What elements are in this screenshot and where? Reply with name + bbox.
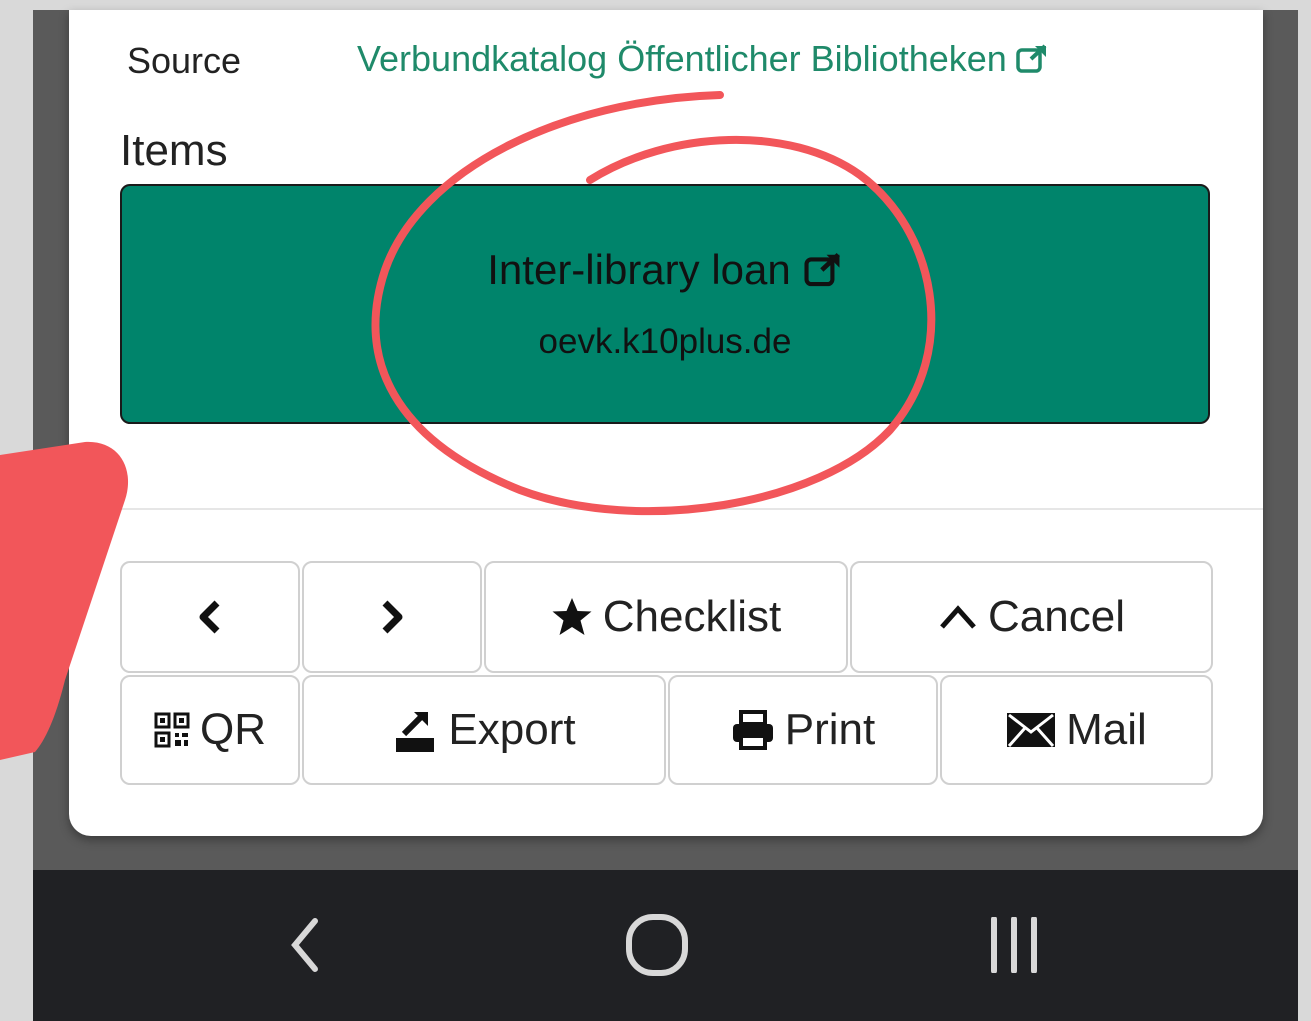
qr-code-icon	[154, 712, 190, 748]
loan-url: oevk.k10plus.de	[538, 322, 792, 361]
loan-title: Inter-library loan	[487, 246, 791, 293]
export-button[interactable]: Export	[302, 675, 666, 785]
export-icon	[396, 712, 435, 752]
qr-label: QR	[200, 705, 266, 754]
status-strip	[33, 0, 1298, 10]
checklist-button[interactable]: Checklist	[484, 561, 848, 673]
inter-library-loan-button[interactable]: Inter-library loan oevk.k10plus.de	[120, 184, 1210, 424]
nav-recents-icon	[991, 917, 1037, 973]
nav-home-button[interactable]	[617, 905, 697, 985]
previous-button[interactable]	[120, 561, 300, 673]
nav-recents-button[interactable]	[974, 905, 1054, 985]
next-button[interactable]	[302, 561, 482, 673]
source-label: Source	[127, 40, 242, 81]
star-icon	[552, 598, 592, 635]
chevron-right-icon	[382, 600, 403, 634]
source-link[interactable]: Verbundkatalog Öffentlicher Bibliotheken	[357, 38, 1049, 80]
source-link-text: Verbundkatalog Öffentlicher Bibliotheken	[357, 38, 1007, 79]
cancel-button[interactable]: Cancel	[850, 561, 1213, 673]
export-label: Export	[448, 705, 576, 754]
caret-up-icon	[940, 605, 976, 629]
external-link-icon	[804, 252, 840, 287]
loan-title-row: Inter-library loan	[122, 246, 1208, 294]
external-link-icon	[1016, 44, 1047, 73]
chevron-left-icon	[199, 600, 220, 634]
mail-label: Mail	[1066, 705, 1147, 754]
phone-screen: Source Verbundkatalog Öffentlicher Bibli…	[33, 0, 1298, 1021]
items-heading: Items	[120, 126, 228, 175]
qr-button[interactable]: QR	[120, 675, 300, 785]
print-button[interactable]: Print	[668, 675, 938, 785]
print-icon	[732, 710, 773, 750]
cancel-label: Cancel	[988, 592, 1125, 641]
print-label: Print	[784, 705, 876, 754]
mail-icon	[1007, 713, 1056, 747]
android-nav-bar	[33, 870, 1298, 1021]
checklist-label: Checklist	[602, 592, 782, 641]
divider	[69, 508, 1263, 510]
nav-back-button[interactable]	[265, 905, 345, 985]
nav-home-icon	[626, 914, 688, 976]
mail-button[interactable]: Mail	[940, 675, 1213, 785]
record-modal: Source Verbundkatalog Öffentlicher Bibli…	[69, 10, 1263, 836]
nav-back-icon	[291, 918, 318, 972]
